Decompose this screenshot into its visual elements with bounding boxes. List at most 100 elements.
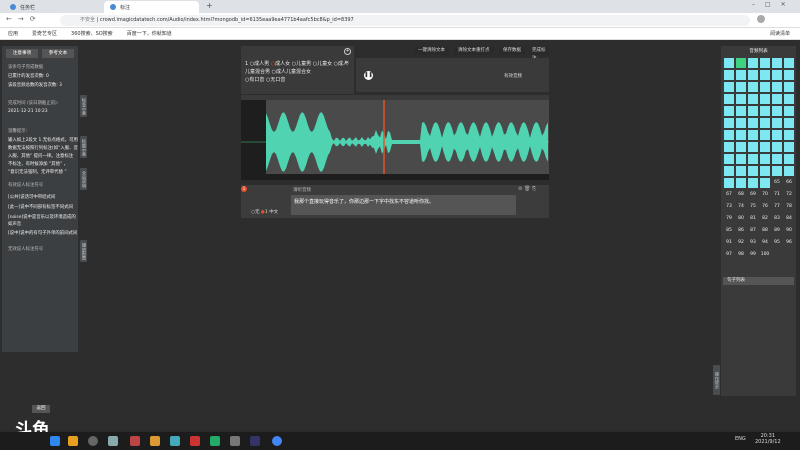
audio-cell[interactable]: 65 [772,178,782,188]
audio-cell[interactable]: 98 [736,250,746,260]
audio-cell[interactable]: 89 [772,226,782,236]
audio-cell[interactable] [724,154,734,164]
window-controls-icon[interactable]: –□✕ [752,1,796,8]
clear-text-button[interactable]: 一键清除文本 [414,47,449,55]
audio-cell[interactable]: 68 [736,190,746,200]
audio-cell[interactable] [736,94,746,104]
side-tab[interactable]: 全局说明 [80,168,87,190]
audio-cell[interactable] [748,118,758,128]
audio-cell[interactable] [736,142,746,152]
rules-button[interactable]: 注意事项 [6,49,38,58]
chrome-icon[interactable] [272,436,282,446]
option-adult-female[interactable]: 成人女 [275,61,290,67]
audio-cell[interactable]: 67 [724,190,734,200]
audio-cell[interactable]: 87 [748,226,758,236]
audio-cell[interactable]: 75 [748,202,758,212]
audio-cell[interactable] [748,82,758,92]
option-child-male[interactable]: 儿童男 [296,61,311,67]
app-icon[interactable] [210,436,220,446]
audio-cell[interactable] [736,118,746,128]
audio-cell[interactable]: 80 [736,214,746,224]
audio-cell[interactable]: 94 [760,238,770,248]
audio-cell[interactable] [760,130,770,140]
audio-cell[interactable]: 90 [784,226,794,236]
audio-cell[interactable] [724,166,734,176]
audio-cell[interactable]: 92 [736,238,746,248]
option-child-female[interactable]: 儿童女 [317,61,332,67]
audio-cell[interactable] [724,118,734,128]
audio-cell[interactable] [748,178,758,188]
start-icon[interactable] [50,436,60,446]
browser-tab-1[interactable]: 任务栏 [4,1,99,13]
audio-cell[interactable] [724,58,734,68]
audio-cell[interactable] [748,70,758,80]
audio-cell[interactable] [784,58,794,68]
audio-cell[interactable]: 84 [784,214,794,224]
audio-cell[interactable] [772,82,782,92]
audio-cell[interactable] [760,82,770,92]
audio-cell[interactable] [772,166,782,176]
audio-cell[interactable] [748,130,758,140]
audio-cell[interactable] [760,106,770,116]
audio-cell[interactable]: 88 [760,226,770,236]
audio-cell[interactable] [760,154,770,164]
app-icon[interactable] [130,436,140,446]
new-tab-icon[interactable]: + [206,1,213,10]
audio-cell[interactable] [748,154,758,164]
audio-cell[interactable]: 81 [748,214,758,224]
audio-cell[interactable] [724,94,734,104]
option-adult-male[interactable]: 成人男 [254,61,269,67]
audio-cell[interactable] [760,166,770,176]
clock[interactable]: 20:31 2021/9/12 [755,433,781,445]
side-tab[interactable]: 操作提示 [713,365,720,395]
app-icon[interactable] [88,436,98,446]
audio-cell[interactable] [784,82,794,92]
finish-button[interactable]: 完成标注 [530,47,549,61]
audio-cell[interactable] [784,70,794,80]
audio-cell[interactable] [736,58,746,68]
side-tab[interactable]: 标签示意 [80,95,87,117]
option-accent[interactable]: 有口音 [249,77,264,83]
language-indicator[interactable]: ENG [735,436,746,442]
url-field[interactable]: 不安全 | crowd.imagicdatatech.com/Audio/ind… [60,15,750,26]
audio-cell[interactable]: 82 [760,214,770,224]
app-icon[interactable] [68,436,78,446]
audio-cell[interactable] [736,166,746,176]
audio-cell[interactable]: 100 [760,250,770,260]
app-icon[interactable] [150,436,160,446]
audio-cell[interactable] [748,166,758,176]
audio-cell[interactable] [736,82,746,92]
audio-cell[interactable] [784,106,794,116]
audio-cell[interactable] [784,118,794,128]
audio-cell[interactable]: 70 [760,190,770,200]
audio-cell[interactable]: 76 [760,202,770,212]
audio-cell[interactable] [772,106,782,116]
add-icon[interactable]: + [344,48,351,55]
audio-cell[interactable] [760,178,770,188]
audio-cell[interactable] [724,130,734,140]
audio-cell[interactable] [772,58,782,68]
app-icon[interactable] [190,436,200,446]
audio-cell[interactable] [760,58,770,68]
side-tab[interactable]: 播放配置 [80,240,87,262]
app-icon[interactable] [108,436,118,446]
audio-cell[interactable] [736,154,746,164]
reading-list[interactable]: 阅读清单 [770,30,790,37]
audio-cell[interactable] [784,142,794,152]
audio-cell[interactable]: 96 [784,238,794,248]
audio-cell[interactable]: 66 [784,178,794,188]
audio-cell[interactable]: 71 [772,190,782,200]
waveform[interactable] [241,100,549,180]
audio-cell[interactable]: 99 [748,250,758,260]
transcript-options[interactable]: ○无 ●1 中文 [251,209,278,215]
app-icon[interactable] [170,436,180,446]
audio-cell[interactable] [748,94,758,104]
sentence-list-title[interactable]: 句子列表 [723,277,794,285]
bookmark-item[interactable]: 360搜索、SO搜索 [71,30,113,37]
option-no-accent[interactable]: 无口音 [270,77,285,83]
clear-redot-button[interactable]: 清除文本重打点 [454,47,494,55]
audio-cell[interactable]: 95 [772,238,782,248]
audio-cell[interactable] [784,94,794,104]
bookmark-item[interactable]: 应用 [8,30,18,37]
bookmark-item[interactable]: 百度一下，你就知道 [127,30,172,37]
